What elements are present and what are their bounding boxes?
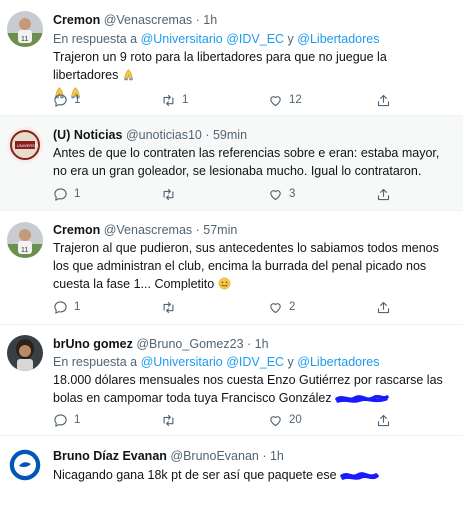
reply-and: y [287,32,294,46]
avatar[interactable]: 11 [7,11,43,47]
retweet-icon [161,187,176,202]
tweet-actions: 1 20 [53,411,398,429]
share-button[interactable] [376,298,391,316]
like-icon [268,300,283,315]
author-name[interactable]: Cremon [53,223,100,237]
reply-count: 1 [74,94,81,106]
reply-count: 1 [74,188,81,200]
author-name[interactable]: Cremon [53,13,100,27]
share-icon [376,413,391,428]
reply-button[interactable]: 1 [53,91,80,109]
reply-prefix: En respuesta a [53,32,138,46]
tweet-text-block: Trajeron al que pudieron, sus antecedent… [53,239,453,293]
author-name[interactable]: brUno gomez [53,337,133,351]
retweet-button[interactable] [161,185,176,203]
author-name[interactable]: Bruno Díaz Evanan [53,449,167,463]
praying-hands-emoji-icon [122,68,135,81]
like-button[interactable]: 2 [268,298,295,316]
mention-link[interactable]: @IDV_EC [226,355,284,369]
like-count: 2 [289,301,296,313]
reply-and: y [287,355,294,369]
like-count: 20 [289,414,302,426]
retweet-button[interactable] [161,298,176,316]
reply-icon [53,413,68,428]
tweet-actions: 1 2 [53,298,398,316]
redaction-scribble [335,394,389,403]
author-handle[interactable]: @BrunoEvanan · 1h [170,449,283,463]
tweet-text: Trajeron al que pudieron, sus antecedent… [53,241,439,291]
like-button[interactable]: 3 [268,185,295,203]
reply-icon [53,187,68,202]
redaction-scribble [340,472,379,480]
svg-text:11: 11 [21,36,28,43]
author-handle[interactable]: @unoticias10 · 59min [126,128,247,142]
tweet-text: Trajeron un 9 roto para la libertadores … [53,50,387,82]
mention-link[interactable]: @Libertadores [297,355,379,369]
avatar[interactable] [7,447,43,483]
yum-face-emoji-icon [218,277,231,290]
author-handle[interactable]: @Venascremas · 57min [104,223,238,237]
reply-button[interactable]: 1 [53,185,80,203]
tweet[interactable]: brUno gomez @Bruno_Gomez23 · 1h En respu… [0,325,463,436]
like-button[interactable]: 12 [268,91,302,109]
svg-text:UNIVERSIT.: UNIVERSIT. [17,143,39,148]
mention-link[interactable]: @Universitario [141,32,223,46]
author-name[interactable]: (U) Noticias [53,128,122,142]
retweet-icon [161,300,176,315]
retweet-button[interactable]: 1 [161,91,188,109]
author-handle[interactable]: @Venascremas · 1h [104,13,217,27]
avatar[interactable]: UNIVERSIT. [7,127,43,163]
share-icon [376,187,391,202]
reply-count: 1 [74,301,81,313]
retweet-button[interactable] [161,411,176,429]
share-icon [376,300,391,315]
like-icon [268,413,283,428]
reply-context: En respuesta a @Universitario @IDV_EC y … [53,354,379,370]
like-icon [268,93,283,108]
mention-link[interactable]: @Universitario [141,355,223,369]
mention-link[interactable]: @Libertadores [297,32,379,46]
reply-button[interactable]: 1 [53,411,80,429]
reply-count: 1 [74,414,81,426]
tweet-text-block: 18.000 dólares mensuales nos cuesta Enzo… [53,371,453,407]
tweet[interactable]: Bruno Díaz Evanan @BrunoEvanan · 1h Nica… [0,436,463,524]
avatar[interactable] [7,335,43,371]
share-icon [376,93,391,108]
like-count: 3 [289,188,296,200]
like-count: 12 [289,94,302,106]
like-button[interactable]: 20 [268,411,302,429]
tweet-text: Antes de que lo contraten las referencia… [53,146,440,178]
reply-context: En respuesta a @Universitario @IDV_EC y … [53,31,379,47]
tweet[interactable]: UNIVERSIT. (U) Noticias @unoticias10 · 5… [0,116,463,211]
retweet-icon [161,413,176,428]
reply-button[interactable]: 1 [53,298,80,316]
tweet[interactable]: 11 Cremon @Venascremas · 57min Trajeron … [0,211,463,325]
mention-link[interactable]: @IDV_EC [226,32,284,46]
like-icon [268,187,283,202]
share-button[interactable] [376,411,391,429]
tweet-actions: 1 1 12 [53,91,398,109]
avatar[interactable]: 11 [7,222,43,258]
share-button[interactable] [376,91,391,109]
retweet-icon [161,93,176,108]
tweet-text-block: Nicagando gana 18k pt de ser así que paq… [53,466,453,484]
tweet-actions: 1 3 [53,185,398,203]
retweet-count: 1 [182,94,189,106]
share-button[interactable] [376,185,391,203]
author-handle[interactable]: @Bruno_Gomez23 · 1h [136,337,268,351]
tweet[interactable]: 11 Cremon @Venascremas · 1h En respuesta… [0,0,463,116]
reply-icon [53,93,68,108]
tweet-text: Nicagando gana 18k pt de ser así que paq… [53,468,337,482]
reply-icon [53,300,68,315]
reply-prefix: En respuesta a [53,355,138,369]
svg-text:11: 11 [21,247,28,254]
